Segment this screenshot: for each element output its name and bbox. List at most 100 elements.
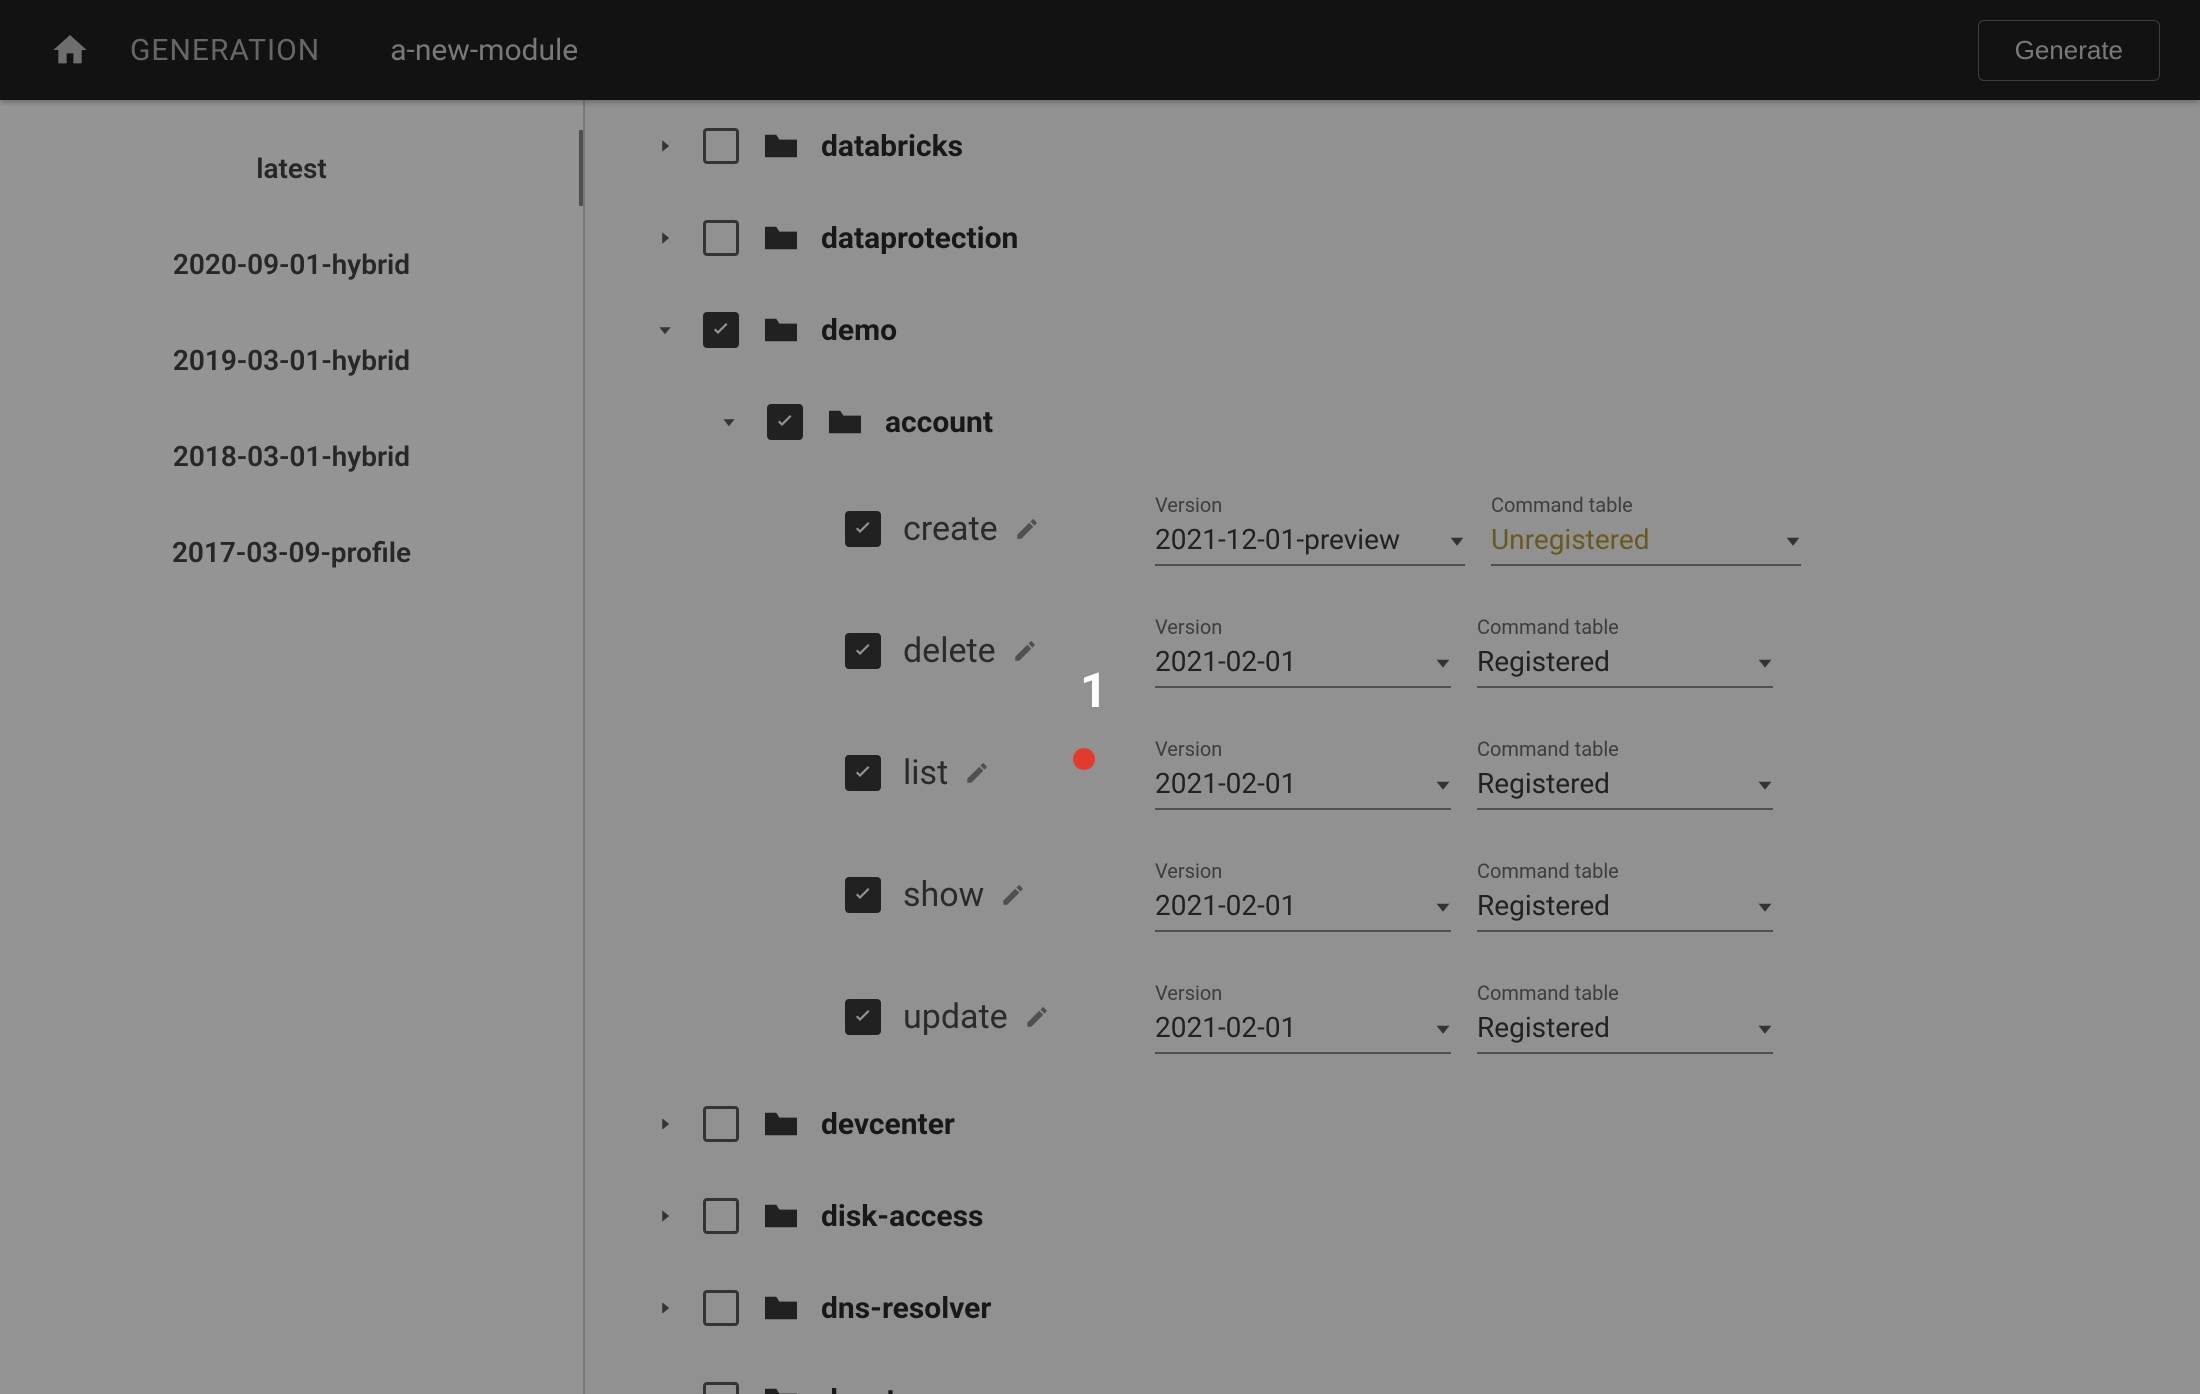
edit-button[interactable] [1012,638,1038,664]
expand-toggle[interactable] [655,1298,675,1318]
caret-right-icon [658,1209,672,1223]
expand-toggle[interactable] [719,412,739,432]
dropdown-caret [1757,1011,1773,1044]
checkbox-demo[interactable] [703,312,739,348]
folder-icon [761,1108,801,1140]
expand-toggle[interactable] [655,228,675,248]
caret-down-icon [1785,533,1801,549]
caret-down-icon [1757,899,1773,915]
sidebar-item-label: 2017-03-09-profile [172,536,411,569]
expand-toggle[interactable] [655,1206,675,1226]
checkbox-account[interactable] [767,404,803,440]
checkbox-show[interactable] [845,877,881,913]
checkbox-dataprotection[interactable] [703,220,739,256]
command-label: show [903,875,984,915]
folder-icon [761,314,801,346]
caret-right-icon [658,139,672,153]
edit-button[interactable] [964,760,990,786]
main-area: latest 2020-09-01-hybrid 2019-03-01-hybr… [0,100,2200,1394]
checkbox-create[interactable] [845,511,881,547]
edit-button[interactable] [1024,1004,1050,1030]
sidebar-item-label: 2018-03-01-hybrid [173,440,410,473]
checkbox-disk-access[interactable] [703,1198,739,1234]
dropdown-caret [1449,523,1465,556]
tree-command-update: update Version 2021-02-01 Command table … [585,956,2200,1078]
command-table-select[interactable]: Command table Registered [1477,737,1773,810]
version-select[interactable]: Version 2021-02-01 [1155,859,1451,932]
tree-folder-disk-access[interactable]: disk-access [585,1170,2200,1262]
pencil-icon [1012,638,1038,664]
checkbox-devcenter[interactable] [703,1106,739,1142]
version-select[interactable]: Version 2021-12-01-preview [1155,493,1465,566]
version-select[interactable]: Version 2021-02-01 [1155,981,1451,1054]
select-label: Version [1155,615,1451,639]
select-value: Registered [1477,1011,1610,1044]
sidebar-item-label: 2019-03-01-hybrid [173,344,410,377]
tree-command-delete: delete Version 2021-02-01 Command table … [585,590,2200,712]
dropdown-caret [1757,767,1773,800]
folder-icon [761,1292,801,1324]
checkbox-delete[interactable] [845,633,881,669]
expand-toggle[interactable] [655,1114,675,1134]
folder-icon [761,222,801,254]
version-select[interactable]: Version 2021-02-01 [1155,615,1451,688]
checkbox-dns-resolver[interactable] [703,1290,739,1326]
expand-toggle[interactable] [655,136,675,156]
tree-folder-account[interactable]: account [585,376,2200,468]
tree-folder-demo[interactable]: demo [585,284,2200,376]
sidebar-item-2020-09-01-hybrid[interactable]: 2020-09-01-hybrid [0,216,583,312]
dropdown-caret [1785,523,1801,556]
caret-down-icon [1435,655,1451,671]
select-label: Command table [1477,981,1773,1005]
folder-label: demo [821,313,897,348]
tree-command-create: create Version 2021-12-01-preview Comman… [585,468,2200,590]
command-tree[interactable]: databricks dataprotection demo account [585,100,2200,1394]
tree-folder-databricks[interactable]: databricks [585,100,2200,192]
sidebar-item-label: 2020-09-01-hybrid [173,248,410,281]
check-icon [851,761,875,785]
sidebar-item-2018-03-01-hybrid[interactable]: 2018-03-01-hybrid [0,408,583,504]
command-table-select[interactable]: Command table Registered [1477,981,1773,1054]
sidebar-item-label: latest [256,152,327,185]
tree-folder-devcenter[interactable]: devcenter [585,1078,2200,1170]
sidebar-item-2019-03-01-hybrid[interactable]: 2019-03-01-hybrid [0,312,583,408]
caret-down-icon [722,415,736,429]
tree-folder-dynatrace[interactable]: dynatrace [585,1354,2200,1394]
checkbox-databricks[interactable] [703,128,739,164]
expand-toggle[interactable] [655,1390,675,1394]
tree-folder-dns-resolver[interactable]: dns-resolver [585,1262,2200,1354]
check-icon [851,883,875,907]
sidebar-item-2017-03-09-profile[interactable]: 2017-03-09-profile [0,504,583,600]
folder-icon [825,406,865,438]
checkbox-dynatrace[interactable] [703,1382,739,1394]
select-label: Command table [1491,493,1801,517]
version-select[interactable]: Version 2021-02-01 [1155,737,1451,810]
command-table-select[interactable]: Command table Registered [1477,859,1773,932]
caret-down-icon [1757,777,1773,793]
sidebar-item-latest[interactable]: latest [0,120,583,216]
command-table-select[interactable]: Command table Unregistered [1491,493,1801,566]
folder-icon [761,1384,801,1394]
folder-label: dns-resolver [821,1291,991,1326]
home-button[interactable] [50,30,90,70]
command-table-select[interactable]: Command table Registered [1477,615,1773,688]
select-label: Version [1155,737,1451,761]
command-label: list [903,753,948,793]
edit-button[interactable] [1014,516,1040,542]
dropdown-caret [1435,645,1451,678]
select-value: Registered [1477,645,1610,678]
pencil-icon [964,760,990,786]
tree-command-list: list Version 2021-02-01 Command table Re… [585,712,2200,834]
checkbox-update[interactable] [845,999,881,1035]
edit-button[interactable] [1000,882,1026,908]
select-value: Registered [1477,889,1610,922]
generate-button[interactable]: Generate [1978,20,2160,81]
expand-toggle[interactable] [655,320,675,340]
tree-folder-dataprotection[interactable]: dataprotection [585,192,2200,284]
brand-label: GENERATION [130,33,320,68]
folder-label: disk-access [821,1199,983,1234]
select-label: Version [1155,981,1451,1005]
command-label: delete [903,631,996,671]
select-label: Command table [1477,737,1773,761]
checkbox-list[interactable] [845,755,881,791]
